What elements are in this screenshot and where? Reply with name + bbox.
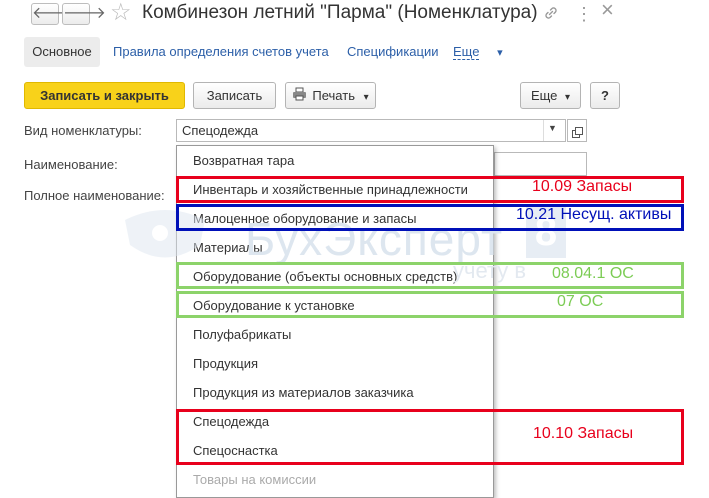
name-label: Наименование:: [24, 157, 118, 172]
star-icon[interactable]: ☆: [110, 1, 132, 25]
more-vertical-icon[interactable]: ⋮: [575, 5, 593, 23]
more-button[interactable]: Еще ▾: [520, 82, 581, 109]
kind-select[interactable]: Спецодежда ▼: [176, 119, 566, 142]
save-button[interactable]: Записать: [193, 82, 276, 109]
more-label: Еще: [530, 88, 558, 103]
help-button[interactable]: ?: [590, 82, 620, 109]
annotation-low-value: 10.21 Несущ. активы: [516, 206, 672, 223]
kind-value: Спецодежда: [182, 123, 259, 138]
list-item[interactable]: Продукция: [193, 356, 258, 371]
window-title: Комбинезон летний "Парма" (Номенклатура): [142, 2, 538, 23]
open-window-icon: [572, 125, 583, 143]
save-and-close-button[interactable]: Записать и закрыть: [24, 82, 185, 109]
chevron-down-icon: ▾: [497, 47, 503, 59]
annotation-workwear: 10.10 Запасы: [533, 425, 634, 442]
annotation-box-installation: [176, 291, 684, 318]
divider: [543, 120, 544, 141]
chevron-down-icon: ▾: [363, 92, 369, 103]
back-button[interactable]: 🡐: [31, 3, 75, 25]
tab-specifications[interactable]: Спецификации: [347, 44, 439, 59]
name-field[interactable]: [494, 152, 587, 176]
print-label: Печать: [312, 88, 355, 103]
link-icon[interactable]: [543, 5, 559, 26]
tab-main[interactable]: Основное: [24, 37, 100, 67]
list-item[interactable]: Возвратная тара: [193, 153, 294, 168]
annotation-inventory: 10.09 Запасы: [532, 178, 633, 195]
tab-more[interactable]: Еще ▾: [453, 44, 503, 60]
list-item[interactable]: Полуфабрикаты: [193, 327, 291, 342]
arrow-right-icon: 🡒: [63, 5, 106, 22]
tab-more-label: Еще: [453, 44, 480, 60]
tab-account-rules[interactable]: Правила определения счетов учета: [113, 44, 329, 59]
list-item[interactable]: Продукция из материалов заказчика: [193, 385, 414, 400]
annotation-installation: 07 ОС: [557, 293, 604, 310]
chevron-down-icon: ▾: [565, 92, 571, 103]
forward-button[interactable]: 🡒: [62, 3, 106, 25]
list-item[interactable]: Товары на комиссии: [193, 472, 316, 487]
annotation-fixed-assets: 08.04.1 ОС: [552, 265, 634, 282]
dropdown-arrow-icon[interactable]: ▼: [548, 123, 557, 133]
kind-label: Вид номенклатуры:: [24, 123, 142, 138]
printer-icon: [292, 84, 307, 109]
open-button[interactable]: [567, 119, 587, 142]
close-icon[interactable]: ×: [601, 0, 614, 21]
print-button[interactable]: Печать ▾: [285, 82, 376, 109]
